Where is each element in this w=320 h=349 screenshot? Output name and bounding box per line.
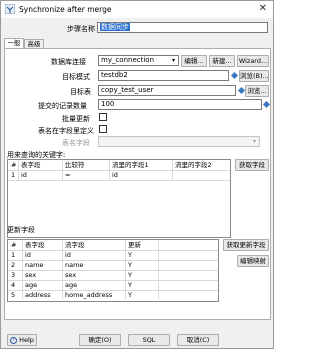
updates-row-stream-field: home_address <box>65 291 113 299</box>
keys-row-stream-field1: id <box>112 171 118 179</box>
dialog-window: Synchronize after merge ✕ 步骤名称 数据同步 一般 高… <box>0 0 274 349</box>
updates-row-update: Y <box>128 261 132 269</box>
keys-header-table-field: 表字段 <box>21 161 41 169</box>
keys-header-stream-field2: 流里的字段2 <box>175 161 212 169</box>
row-divider <box>8 180 230 181</box>
keys-header-comparator: 比较符 <box>65 161 85 169</box>
variable-diamond-icon <box>230 71 239 80</box>
updates-row-table-field: address <box>25 291 51 299</box>
sql-button[interactable]: SQL <box>128 334 170 346</box>
help-button[interactable]: ? Help <box>7 334 37 346</box>
updates-header-update: 更新 <box>128 241 141 249</box>
keys-row-table-field: id <box>21 171 27 179</box>
updates-row-table-field: id <box>25 251 31 259</box>
get-fields-button[interactable]: 获取字段 <box>235 159 269 171</box>
table-in-field-checkbox[interactable] <box>99 125 107 133</box>
step-name-label: 步骤名称 <box>67 25 95 33</box>
updates-header-table-field: 表字段 <box>25 241 45 249</box>
updates-row-update: Y <box>128 281 132 289</box>
batch-update-checkbox[interactable] <box>99 113 107 121</box>
browse-table-button[interactable]: 浏览... <box>245 85 269 97</box>
variable-diamond-icon <box>262 100 271 109</box>
updates-row-update: Y <box>128 291 132 299</box>
updates-row-index: 3 <box>11 271 16 279</box>
updates-row-stream-field: name <box>65 261 84 269</box>
tab-general[interactable]: 一般 <box>4 38 24 48</box>
row-divider <box>8 270 218 271</box>
updates-row-table-field: name <box>25 261 44 269</box>
updates-row-index: 5 <box>11 291 16 299</box>
connection-label: 数据库连接 <box>51 58 86 66</box>
updates-row-stream-field: id <box>65 251 71 259</box>
step-name-input[interactable]: 数据同步 <box>97 22 268 33</box>
keys-table[interactable]: # 表字段 比较符 流里的字段1 流里的字段2 1 id = id <box>7 159 231 238</box>
edit-mapping-button[interactable]: 编辑映射 <box>237 255 269 267</box>
title-bar: Synchronize after merge ✕ <box>1 1 273 18</box>
help-icon: ? <box>10 336 17 344</box>
wizard-button[interactable]: Wizard... <box>237 55 269 67</box>
updates-row-stream-field: sex <box>65 271 77 279</box>
chevron-down-icon[interactable]: ▾ <box>253 138 256 145</box>
commit-size-input[interactable]: 100 <box>98 99 262 110</box>
batch-update-label: 批量更新 <box>62 115 90 123</box>
column-divider <box>62 160 63 180</box>
keys-row-index: 1 <box>11 171 16 179</box>
table-field-label: 表名字段 <box>62 139 90 147</box>
new-connection-button[interactable]: 新建... <box>209 55 235 67</box>
updates-table[interactable]: # 表字段 流字段 更新 1 id id Y 2 name name Y 3 s… <box>7 239 219 302</box>
connection-select[interactable]: my_connection <box>98 55 179 66</box>
keys-header-stream-field1: 流里的字段1 <box>112 161 149 169</box>
target-table-label: 目标表 <box>70 88 91 96</box>
column-divider <box>172 160 173 180</box>
column-divider <box>109 160 110 180</box>
updates-row-index: 1 <box>11 251 16 259</box>
window-title: Synchronize after merge <box>19 5 112 14</box>
updates-header-index: # <box>11 241 17 249</box>
updates-row-stream-field: age <box>65 281 78 289</box>
step-name-value: 数据同步 <box>100 23 130 31</box>
cancel-button[interactable]: 取消(C) <box>177 334 219 346</box>
close-icon[interactable]: ✕ <box>259 3 267 14</box>
edit-connection-button[interactable]: 编辑... <box>181 55 207 67</box>
target-schema-value: testdb2 <box>101 71 128 79</box>
updates-row-table-field: sex <box>25 271 37 279</box>
target-schema-input[interactable]: testdb2 <box>98 70 229 81</box>
header-divider <box>8 250 218 251</box>
header-divider <box>8 170 230 171</box>
updates-row-index: 2 <box>11 261 16 269</box>
updates-row-table-field: age <box>25 281 38 289</box>
variable-diamond-icon <box>237 86 246 95</box>
column-divider <box>18 160 19 180</box>
commit-size-label: 提交的记录数量 <box>38 102 87 110</box>
target-table-value: copy_test_user <box>101 86 154 94</box>
commit-size-value: 100 <box>101 100 115 108</box>
ok-button[interactable]: 确定(O) <box>79 334 121 346</box>
updates-row-update: Y <box>128 271 132 279</box>
browse-schema-button[interactable]: 浏览(B)... <box>239 70 269 82</box>
keys-row-comparator: = <box>65 171 71 179</box>
table-field-select[interactable] <box>98 136 260 147</box>
general-tab-panel: 数据库连接 my_connection ▾ 编辑... 新建... Wizard… <box>4 48 271 320</box>
updates-header-stream-field: 流字段 <box>65 241 85 249</box>
row-divider <box>8 280 218 281</box>
target-schema-label: 目标模式 <box>62 73 90 81</box>
help-label: Help <box>19 336 34 344</box>
chevron-down-icon[interactable]: ▾ <box>172 57 175 64</box>
updates-row-index: 4 <box>11 281 16 289</box>
updates-section-label: 更新字段 <box>7 226 35 234</box>
table-in-field-label: 表名在字段里定义 <box>38 127 94 135</box>
updates-row-update: Y <box>128 251 132 259</box>
connection-value: my_connection <box>101 56 155 64</box>
get-update-fields-button[interactable]: 获取更新字段 <box>223 239 269 251</box>
target-table-input[interactable]: copy_test_user <box>98 85 236 96</box>
keys-header-index: # <box>11 161 17 169</box>
merge-app-icon <box>5 4 15 14</box>
